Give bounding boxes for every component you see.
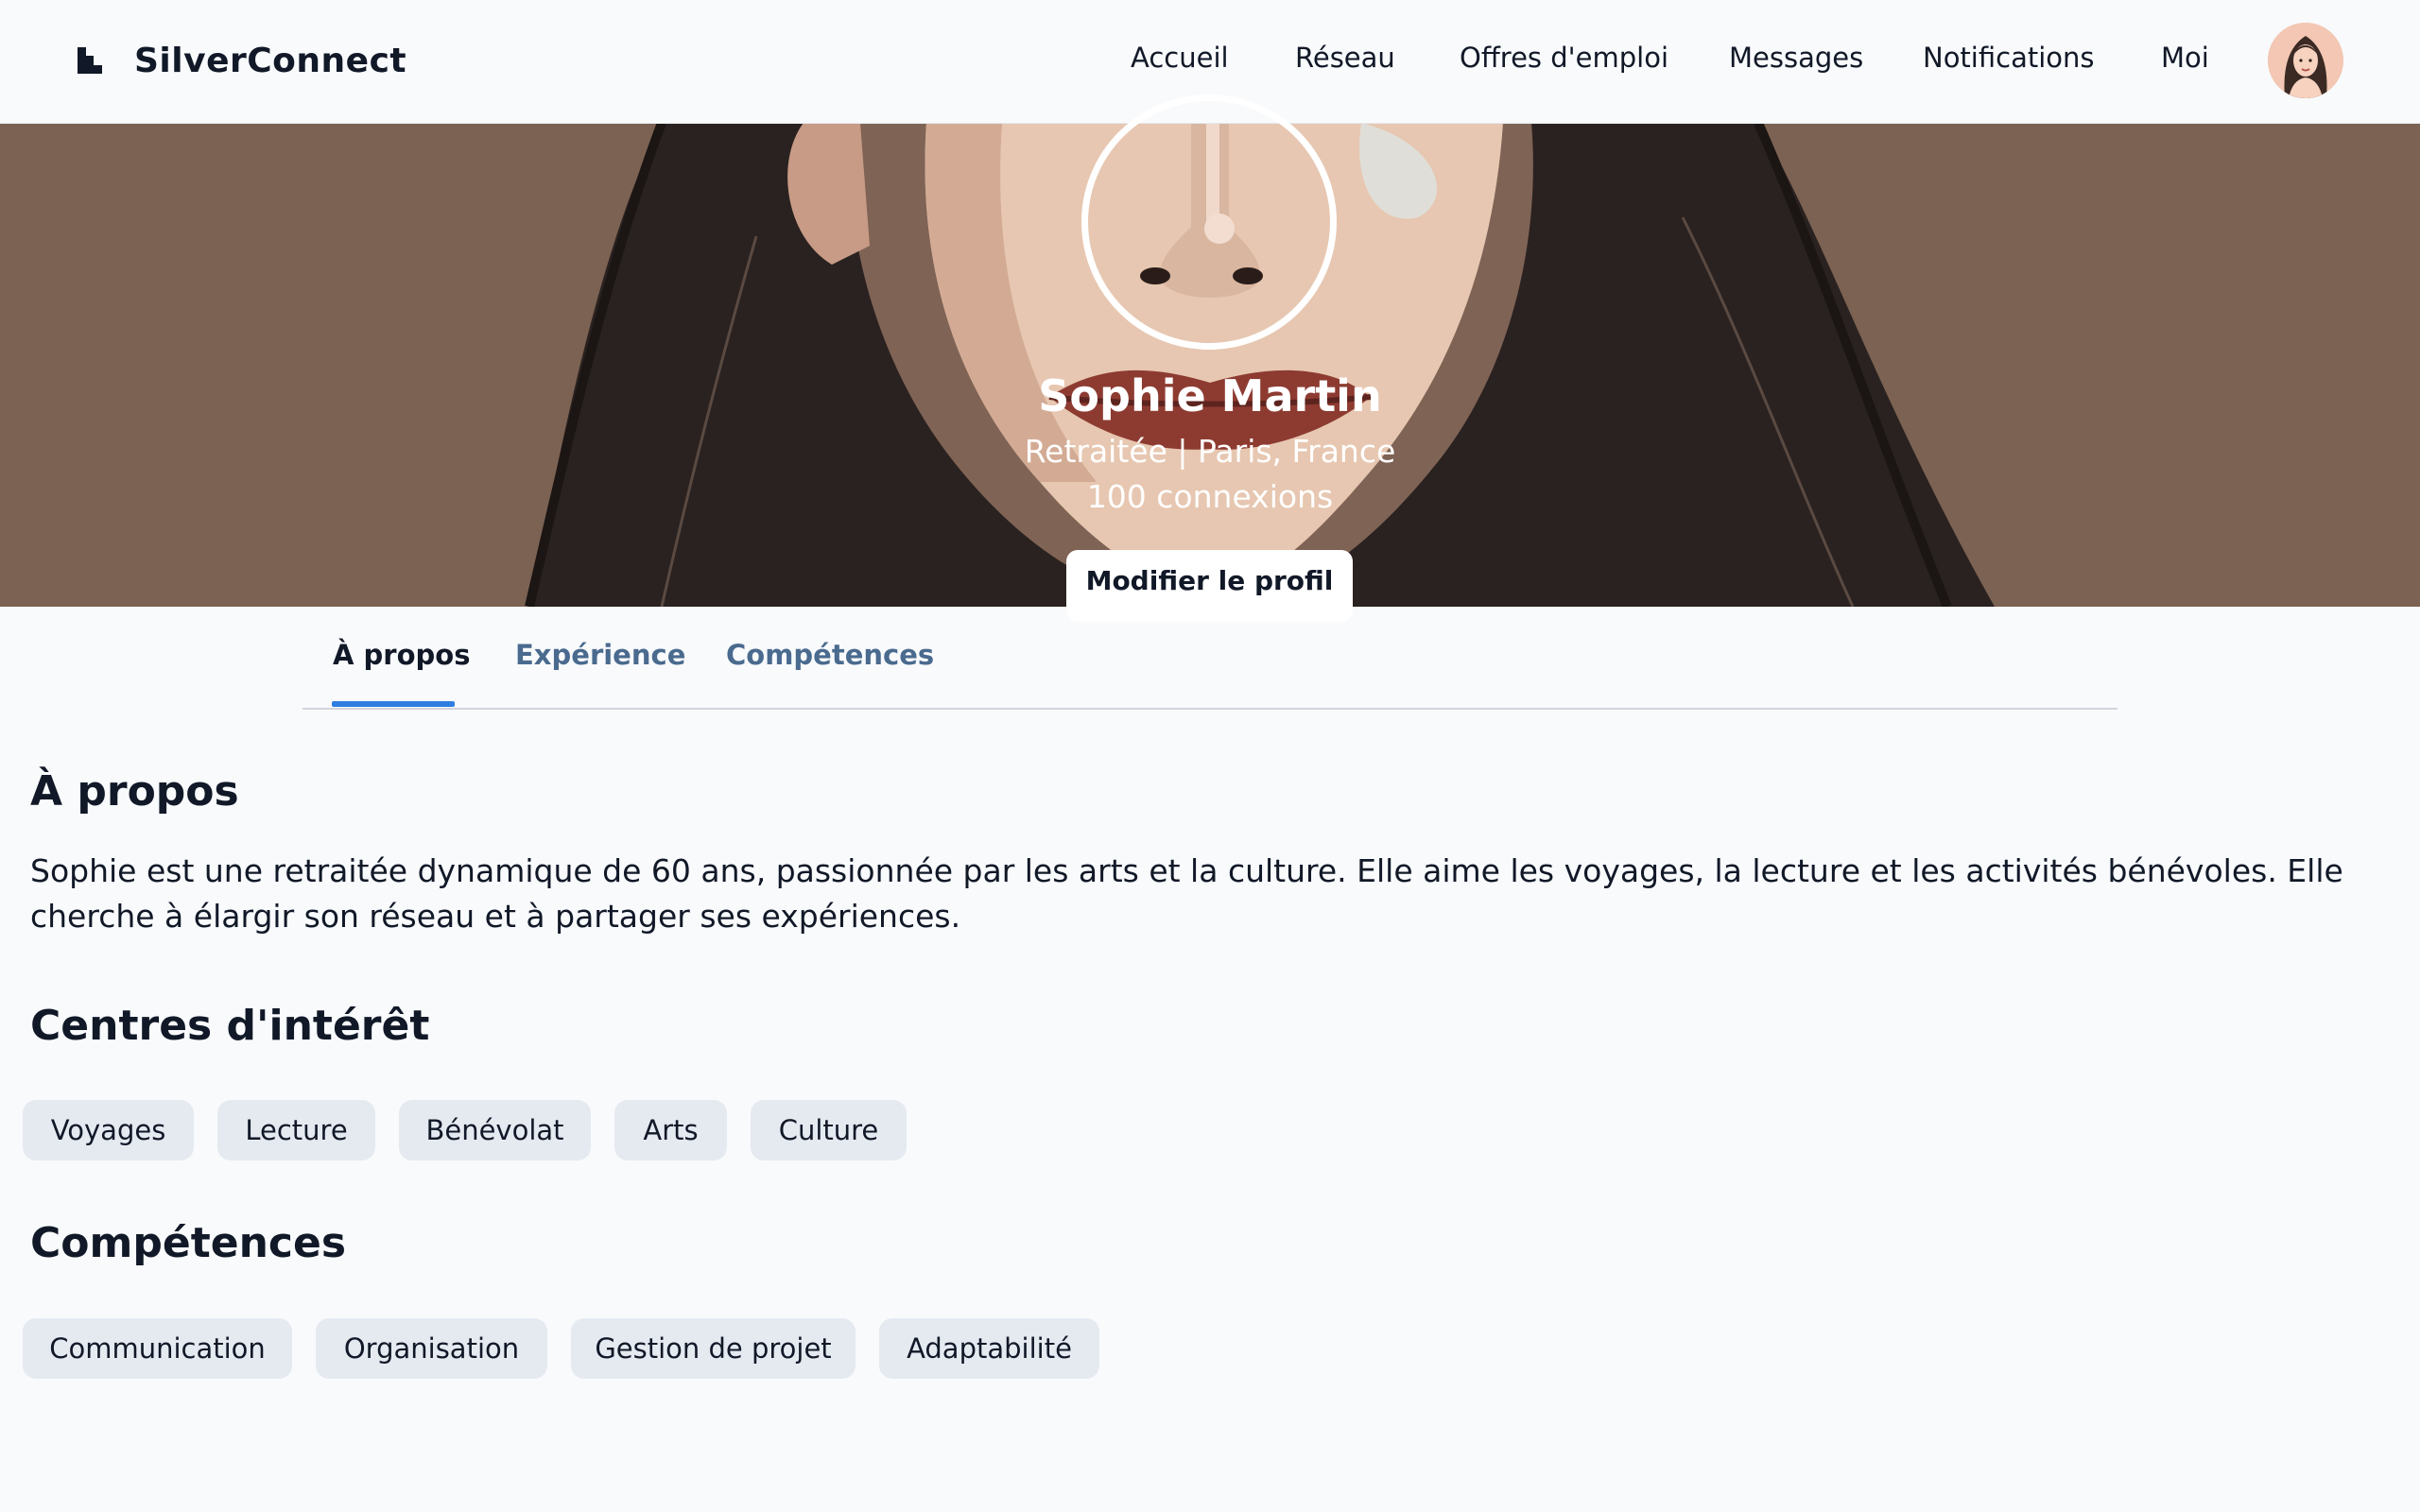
- nav-notifications[interactable]: Notifications: [1923, 42, 2095, 74]
- profile-name: Sophie Martin: [1038, 370, 1382, 421]
- nav-jobs[interactable]: Offres d'emploi: [1460, 42, 1668, 74]
- skill-chip[interactable]: Organisation: [316, 1318, 547, 1379]
- interest-chip[interactable]: Culture: [751, 1100, 907, 1160]
- about-heading: À propos: [30, 767, 239, 816]
- profile-tabs: À propos Expérience Compétences: [302, 607, 2118, 710]
- interest-chip[interactable]: Bénévolat: [399, 1100, 591, 1160]
- skills-heading: Compétences: [30, 1219, 347, 1267]
- nav-home[interactable]: Accueil: [1131, 42, 1229, 74]
- brand[interactable]: SilverConnect: [76, 36, 406, 85]
- tab-skills[interactable]: Compétences: [726, 639, 934, 671]
- about-text: Sophie est une retraitée dynamique de 60…: [30, 852, 2343, 935]
- tab-experience[interactable]: Expérience: [515, 639, 685, 671]
- skill-chip[interactable]: Gestion de projet: [571, 1318, 856, 1379]
- brand-logo-icon: [76, 45, 104, 76]
- skill-chip[interactable]: Communication: [23, 1318, 292, 1379]
- nav-me[interactable]: Moi: [2161, 42, 2209, 74]
- brand-name: SilverConnect: [134, 41, 407, 80]
- profile-connections[interactable]: 100 connexions: [0, 478, 2420, 515]
- interests-heading: Centres d'intérêt: [30, 1002, 430, 1050]
- profile-photo-frame[interactable]: [1081, 94, 1337, 350]
- skill-chip[interactable]: Adaptabilité: [879, 1318, 1099, 1379]
- interest-chip[interactable]: Voyages: [23, 1100, 194, 1160]
- tab-about[interactable]: À propos: [333, 639, 470, 671]
- edit-profile-button[interactable]: Modifier le profil: [1066, 550, 1353, 622]
- interest-chip[interactable]: Arts: [614, 1100, 727, 1160]
- interest-chip[interactable]: Lecture: [217, 1100, 375, 1160]
- active-tab-indicator: [332, 701, 455, 707]
- user-avatar-icon[interactable]: [2268, 23, 2343, 98]
- nav-network[interactable]: Réseau: [1295, 42, 1395, 74]
- nav-messages[interactable]: Messages: [1729, 42, 1863, 74]
- profile-subtitle: Retraitée | Paris, France: [1024, 433, 1396, 470]
